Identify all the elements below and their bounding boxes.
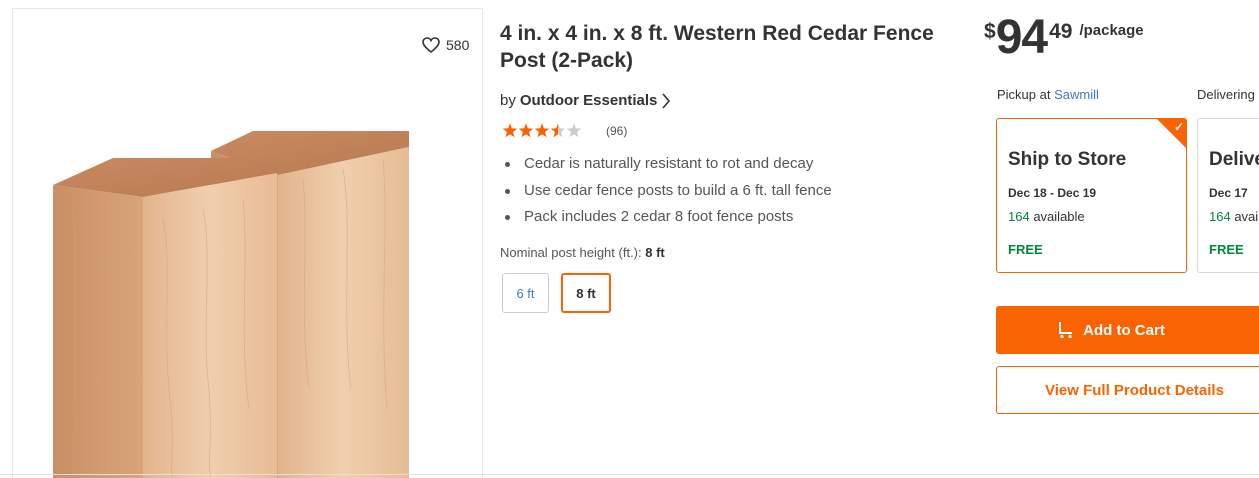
ship-to-store-card[interactable]: ✓ Ship to Store Dec 18 - Dec 19 164 avai… [996,118,1187,273]
option-6ft-button[interactable]: 6 ft [502,273,549,313]
add-to-cart-button[interactable]: Add to Cart [996,306,1259,354]
feature-bullet: Pack includes 2 cedar 8 foot fence posts [500,204,832,231]
rating[interactable]: (96) [502,123,627,139]
add-to-cart-label: Add to Cart [1083,321,1165,339]
review-count: (96) [606,124,628,138]
option-label-text: Nominal post height (ft.): [500,245,642,260]
product-image-panel[interactable]: 580 [12,8,483,478]
delivery-available-text: available [1234,209,1259,224]
option-label: Nominal post height (ft.): 8 ft [500,245,665,260]
star-rating-icon [502,123,582,138]
feature-bullet: Use cedar fence posts to build a 6 ft. t… [500,178,832,205]
product-title: 4 in. x 4 in. x 8 ft. Western Red Cedar … [500,22,934,72]
feature-list: Cedar is naturally resistant to rot and … [500,151,832,231]
ship-date: Dec 18 - Dec 19 [1008,186,1097,200]
price-unit: /package [1079,22,1144,39]
pickup-label: Pickup at Sawmill [997,87,1099,102]
ship-availability: 164 available [1008,209,1085,224]
option-selected-value: 8 ft [645,245,665,260]
favorite-count: 580 [446,37,470,53]
delivery-available-count: 164 [1209,209,1231,224]
brand-name: Outdoor Essentials [519,92,658,109]
option-8ft-button[interactable]: 8 ft [561,273,611,313]
star-filled [534,123,550,138]
feature-bullet: Cedar is naturally resistant to rot and … [500,151,832,178]
divider [0,474,1259,475]
checkmark-icon: ✓ [1173,120,1184,134]
delivery-availability: 164 available [1209,209,1259,224]
heart-outline-icon [422,37,440,53]
ship-title: Ship to Store [1008,149,1127,170]
delivery-card[interactable]: Delivery Dec 17 164 available FREE [1197,118,1259,273]
delivery-label: Delivering [1197,87,1255,102]
star-filled [502,123,518,138]
delivery-title: Delivery [1209,149,1259,170]
price: $ 94 49 /package [984,14,1144,62]
cart-icon [1059,322,1073,339]
product-image [53,131,409,478]
pickup-store-link[interactable]: Sawmill [1054,87,1099,102]
delivery-price: FREE [1209,242,1244,257]
delivery-date: Dec 17 [1209,186,1248,200]
brand-prefix: by [500,92,516,109]
favorite-button[interactable]: 580 [422,37,469,53]
view-full-details-button[interactable]: View Full Product Details [996,366,1259,414]
ship-price: FREE [1008,242,1043,257]
pickup-prefix: Pickup at [997,87,1051,102]
price-dollars: 94 [995,11,1048,64]
ship-available-text: available [1033,209,1085,224]
star-filled [518,123,534,138]
price-currency: $ [984,20,996,43]
ship-available-count: 164 [1008,209,1030,224]
price-cents: 49 [1049,20,1073,43]
brand-link[interactable]: by Outdoor Essentials [500,92,671,109]
chevron-right-icon [662,92,671,109]
star-empty [566,123,582,138]
